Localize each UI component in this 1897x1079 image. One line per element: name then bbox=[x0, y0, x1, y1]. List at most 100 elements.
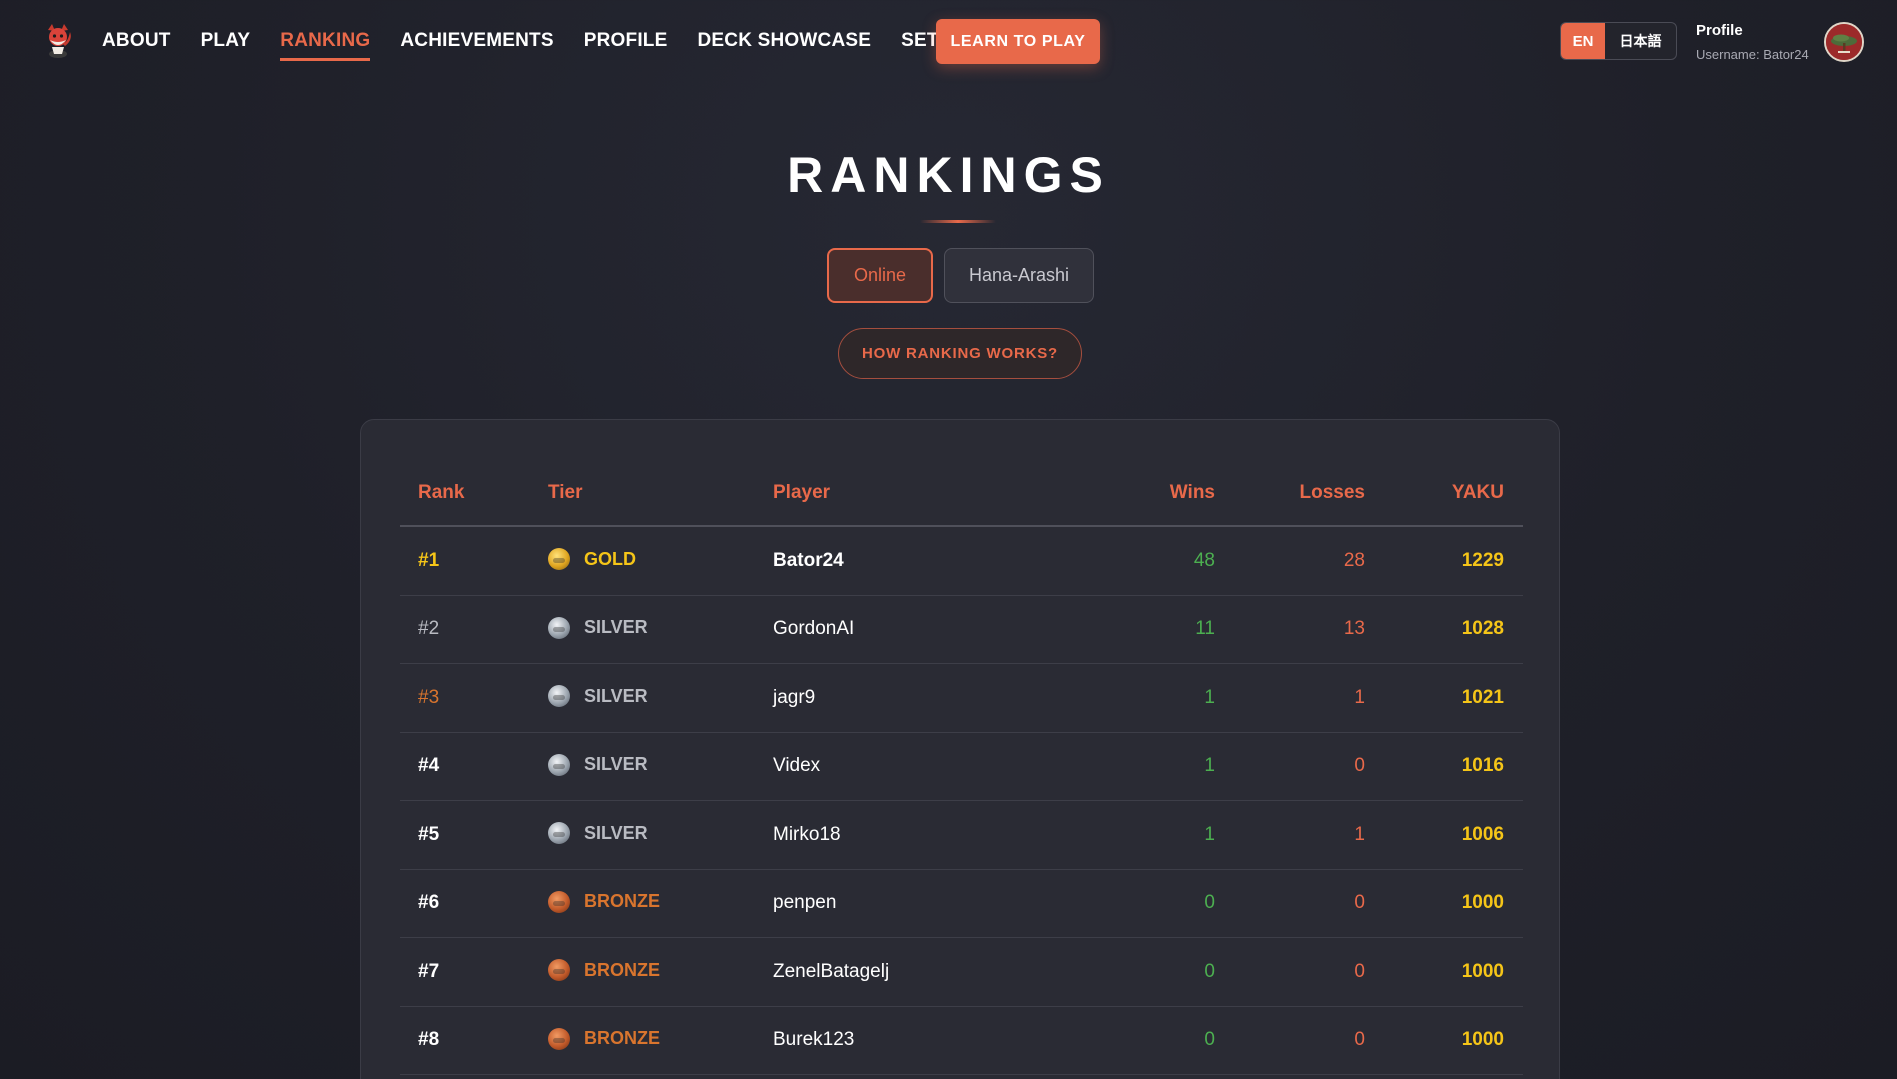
row-player[interactable]: penpen bbox=[773, 892, 836, 914]
lang-jp-option[interactable]: 日本語 bbox=[1605, 23, 1676, 59]
header-tier[interactable]: Tier bbox=[548, 482, 583, 504]
silver-medal-icon bbox=[548, 685, 570, 708]
tier-label: BRONZE bbox=[584, 1028, 660, 1049]
user-avatar[interactable] bbox=[1824, 22, 1864, 62]
row-yaku: 1000 bbox=[1461, 960, 1504, 982]
table-row[interactable]: #2 SILVER GordonAI 11 13 1028 bbox=[400, 596, 1523, 664]
row-losses: 0 bbox=[1354, 892, 1365, 914]
learn-to-play-button[interactable]: LEARN TO PLAY bbox=[936, 19, 1100, 64]
row-losses: 0 bbox=[1354, 755, 1365, 777]
row-player[interactable]: ZenelBatagelj bbox=[773, 961, 889, 983]
nav-achievements[interactable]: ACHIEVEMENTS bbox=[400, 30, 553, 61]
row-rank: #8 bbox=[418, 1029, 440, 1051]
rankings-card: Rank Tier Player Wins Losses YAKU #1 GOL… bbox=[360, 419, 1560, 1079]
row-yaku: 1021 bbox=[1461, 686, 1504, 708]
gold-medal-icon bbox=[548, 548, 570, 571]
pine-tree-avatar-icon bbox=[1826, 24, 1862, 60]
row-losses: 13 bbox=[1343, 618, 1365, 640]
row-losses: 1 bbox=[1354, 686, 1365, 708]
header-yaku[interactable]: YAKU bbox=[1452, 482, 1504, 504]
nav-profile[interactable]: PROFILE bbox=[584, 30, 668, 61]
silver-medal-icon bbox=[548, 822, 570, 845]
row-player[interactable]: GordonAI bbox=[773, 618, 854, 640]
row-rank: #6 bbox=[418, 892, 440, 914]
tier-label: BRONZE bbox=[584, 959, 660, 980]
header-rank[interactable]: Rank bbox=[418, 482, 464, 504]
table-row[interactable]: #1 GOLD Bator24 48 28 1229 bbox=[400, 527, 1523, 596]
page-title: RANKINGS bbox=[787, 147, 1110, 203]
row-rank: #3 bbox=[418, 686, 440, 708]
tier-label: SILVER bbox=[584, 617, 648, 638]
rankings-table: Rank Tier Player Wins Losses YAKU #1 GOL… bbox=[400, 460, 1523, 1075]
row-player[interactable]: Mirko18 bbox=[773, 824, 841, 846]
row-player[interactable]: Burek123 bbox=[773, 1029, 854, 1051]
row-wins: 1 bbox=[1204, 686, 1215, 708]
silver-medal-icon bbox=[548, 753, 570, 776]
bronze-medal-icon bbox=[548, 1027, 570, 1050]
row-tier: BRONZE bbox=[548, 1027, 660, 1050]
row-losses: 0 bbox=[1354, 1029, 1365, 1051]
row-losses: 28 bbox=[1343, 549, 1365, 571]
profile-title: Profile bbox=[1696, 22, 1743, 39]
row-yaku: 1000 bbox=[1461, 1029, 1504, 1051]
how-ranking-works-button[interactable]: HOW RANKING WORKS? bbox=[838, 328, 1082, 379]
row-player[interactable]: Bator24 bbox=[773, 550, 844, 572]
profile-username: Username: Bator24 bbox=[1696, 47, 1809, 62]
table-row[interactable]: #3 SILVER jagr9 1 1 1021 bbox=[400, 664, 1523, 733]
row-losses: 0 bbox=[1354, 960, 1365, 982]
header-player[interactable]: Player bbox=[773, 482, 830, 504]
table-header: Rank Tier Player Wins Losses YAKU bbox=[400, 460, 1523, 527]
row-rank: #1 bbox=[418, 549, 440, 571]
ranking-tabs: Online Hana-Arashi bbox=[827, 248, 1094, 303]
table-row[interactable]: #7 BRONZE ZenelBatagelj 0 0 1000 bbox=[400, 938, 1523, 1007]
row-rank: #7 bbox=[418, 960, 440, 982]
profile-block[interactable]: Profile Username: Bator24 bbox=[1696, 22, 1809, 62]
row-tier: SILVER bbox=[548, 685, 648, 708]
tab-online[interactable]: Online bbox=[827, 248, 933, 303]
bronze-medal-icon bbox=[548, 959, 570, 982]
row-tier: BRONZE bbox=[548, 890, 660, 913]
title-underline bbox=[920, 220, 996, 223]
table-row[interactable]: #8 BRONZE Burek123 0 0 1000 bbox=[400, 1007, 1523, 1075]
table-row[interactable]: #5 SILVER Mirko18 1 1 1006 bbox=[400, 801, 1523, 870]
nav-about[interactable]: ABOUT bbox=[102, 30, 171, 61]
header-wins[interactable]: Wins bbox=[1170, 482, 1215, 504]
tab-hana-arashi[interactable]: Hana-Arashi bbox=[944, 248, 1094, 303]
row-wins: 11 bbox=[1195, 618, 1215, 640]
row-wins: 0 bbox=[1204, 1029, 1215, 1051]
nav-deck-showcase[interactable]: DECK SHOWCASE bbox=[698, 30, 872, 61]
row-wins: 0 bbox=[1204, 892, 1215, 914]
top-navbar: ABOUT PLAY RANKING ACHIEVEMENTS PROFILE … bbox=[0, 0, 1897, 84]
row-tier: BRONZE bbox=[548, 959, 660, 982]
row-player[interactable]: Videx bbox=[773, 755, 820, 777]
fox-logo-icon[interactable] bbox=[40, 20, 76, 60]
tier-label: SILVER bbox=[584, 685, 648, 706]
bronze-medal-icon bbox=[548, 890, 570, 913]
row-wins: 1 bbox=[1204, 823, 1215, 845]
header-losses[interactable]: Losses bbox=[1300, 482, 1365, 504]
row-rank: #5 bbox=[418, 823, 440, 845]
row-rank: #2 bbox=[418, 618, 440, 640]
row-wins: 48 bbox=[1193, 549, 1215, 571]
nav-ranking[interactable]: RANKING bbox=[280, 30, 371, 61]
row-yaku: 1000 bbox=[1461, 892, 1504, 914]
row-tier: SILVER bbox=[548, 753, 648, 776]
silver-medal-icon bbox=[548, 616, 570, 639]
table-row[interactable]: #6 BRONZE penpen 0 0 1000 bbox=[400, 870, 1523, 938]
row-player[interactable]: jagr9 bbox=[773, 687, 815, 709]
row-wins: 1 bbox=[1204, 755, 1215, 777]
tier-label: BRONZE bbox=[584, 891, 660, 912]
row-tier: SILVER bbox=[548, 616, 648, 639]
tier-label: GOLD bbox=[584, 548, 636, 569]
table-row[interactable]: #4 SILVER Videx 1 0 1016 bbox=[400, 733, 1523, 801]
row-losses: 1 bbox=[1354, 823, 1365, 845]
tier-label: SILVER bbox=[584, 754, 648, 775]
row-yaku: 1229 bbox=[1461, 549, 1504, 571]
tier-label: SILVER bbox=[584, 822, 648, 843]
nav-play[interactable]: PLAY bbox=[201, 30, 251, 61]
row-rank: #4 bbox=[418, 755, 440, 777]
language-switch: EN 日本語 bbox=[1560, 22, 1677, 60]
row-yaku: 1016 bbox=[1461, 755, 1504, 777]
lang-en-option[interactable]: EN bbox=[1561, 23, 1605, 59]
row-wins: 0 bbox=[1204, 960, 1215, 982]
